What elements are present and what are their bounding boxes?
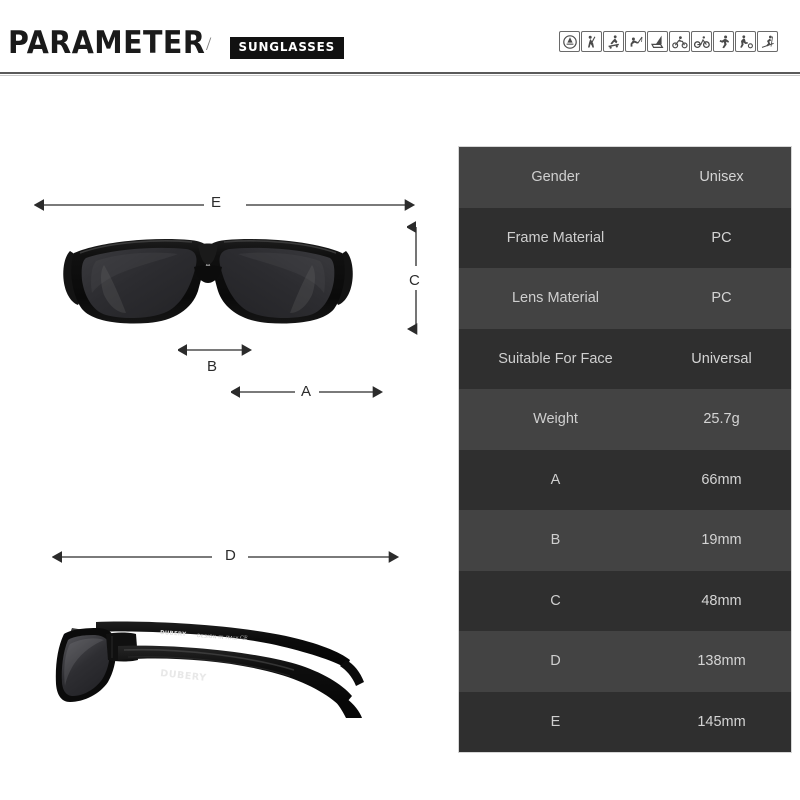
dimension-label-d: D	[225, 547, 236, 564]
dimension-arrow-b	[178, 344, 252, 356]
table-row: Gender Unisex	[459, 147, 791, 208]
sport-icon-strip	[559, 31, 778, 52]
table-row: A 66mm	[459, 449, 791, 510]
spec-value: PC	[711, 229, 732, 246]
spec-key: B	[550, 532, 561, 549]
spec-key: Gender	[531, 169, 580, 186]
spec-value: Universal	[691, 350, 752, 367]
dimension-label-b: B	[207, 358, 218, 375]
spec-value: 138mm	[697, 653, 746, 670]
baseball-icon	[581, 31, 602, 52]
table-row: Frame Material PC	[459, 207, 791, 268]
side-brand-text: DUBERY	[160, 668, 208, 684]
sunglasses-front-view	[63, 239, 353, 324]
header-divider-secondary	[0, 75, 800, 76]
table-row: Lens Material PC	[459, 268, 791, 329]
header-separator: /	[206, 34, 212, 55]
table-row: Weight 25.7g	[459, 389, 791, 450]
spec-key: E	[550, 713, 561, 730]
spec-value: 66mm	[701, 471, 742, 488]
table-row: D 138mm	[459, 631, 791, 692]
spec-value: 19mm	[701, 532, 742, 549]
table-row: C 48mm	[459, 570, 791, 631]
spec-value: PC	[711, 290, 732, 307]
cycling-icon	[691, 31, 712, 52]
spec-key: Frame Material	[506, 229, 605, 246]
dimension-label-a: A	[301, 383, 312, 400]
soccer-icon	[735, 31, 756, 52]
spec-key: D	[550, 653, 561, 670]
table-row: B 19mm	[459, 510, 791, 571]
fishing-icon	[625, 31, 646, 52]
running-icon	[713, 31, 734, 52]
dimension-arrow-e	[34, 199, 416, 211]
sailing-icon	[647, 31, 668, 52]
spec-key: C	[550, 592, 561, 609]
spec-value: 48mm	[701, 592, 742, 609]
golf-icon	[559, 31, 580, 52]
dimension-label-c: C	[409, 272, 420, 289]
page-title: PARAMETER	[8, 25, 206, 61]
ce-mark-text: CE	[240, 635, 248, 642]
side-brand-text-small: DUBERY	[160, 630, 187, 638]
skiing-icon	[757, 31, 778, 52]
spec-value: Unisex	[699, 169, 744, 186]
motocross-icon	[669, 31, 690, 52]
page-header: PARAMETER / SUNGLASSES	[0, 0, 800, 76]
spec-value: 25.7g	[703, 411, 740, 428]
header-divider	[0, 72, 800, 74]
spec-key: Suitable For Face	[498, 350, 613, 367]
sunglasses-side-view: DUBERY DUBERY DESIGN IN ITALY CE	[55, 621, 364, 718]
product-diagram: E C B A D DUBERY DUBERY DESIGN IN ITALY …	[0, 78, 450, 800]
spec-key: A	[550, 471, 561, 488]
table-row: E 145mm	[459, 691, 791, 752]
spec-value: 145mm	[697, 713, 746, 730]
skateboard-icon	[603, 31, 624, 52]
specification-table: Gender Unisex Frame Material PC Lens Mat…	[458, 146, 792, 753]
dimension-label-e: E	[211, 194, 222, 211]
category-badge: SUNGLASSES	[230, 37, 344, 59]
spec-key: Weight	[533, 411, 578, 428]
spec-key: Lens Material	[511, 290, 600, 307]
table-row: Suitable For Face Universal	[459, 328, 791, 389]
